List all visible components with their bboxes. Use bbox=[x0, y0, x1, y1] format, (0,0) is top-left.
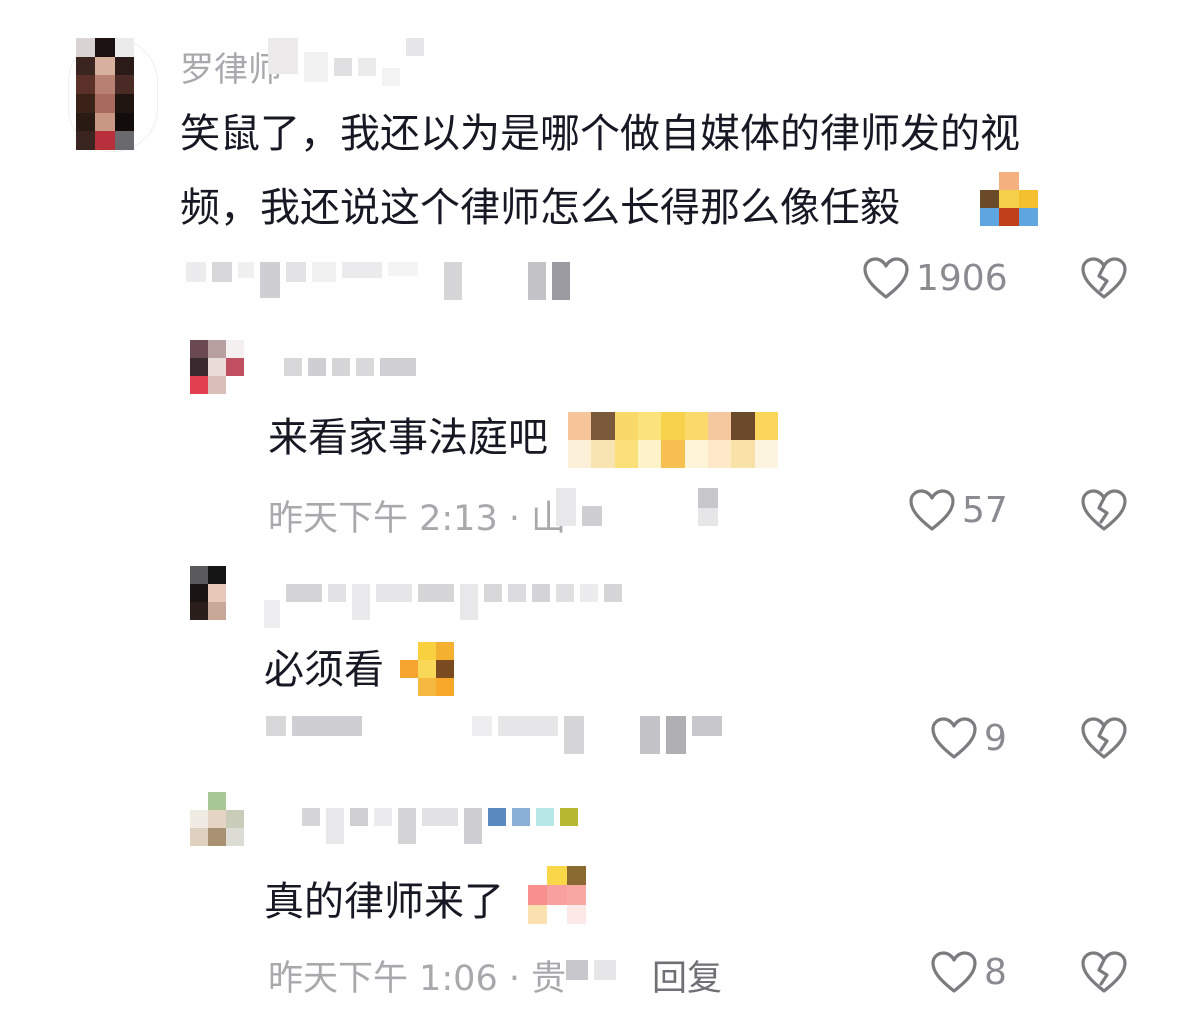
avatar[interactable] bbox=[190, 792, 244, 846]
like-count: 8 bbox=[984, 951, 1007, 993]
meta-mosaic bbox=[186, 262, 576, 300]
emoji-icon bbox=[528, 866, 586, 924]
dislike-button[interactable] bbox=[1080, 950, 1128, 994]
reply-text: 来看家事法庭吧 bbox=[268, 415, 548, 461]
avatar[interactable] bbox=[76, 38, 134, 150]
reply-text: 真的律师来了 bbox=[264, 879, 504, 925]
reply-item: 来看家事法庭吧 昨天下午 2:13 · 山 57 bbox=[0, 330, 1179, 550]
like-count: 57 bbox=[962, 489, 1008, 531]
meta-mosaic bbox=[266, 716, 728, 754]
dislike-button[interactable] bbox=[1080, 256, 1128, 300]
avatar[interactable] bbox=[190, 566, 244, 620]
username-mosaic bbox=[302, 808, 584, 844]
broken-heart-icon bbox=[1081, 489, 1127, 531]
broken-heart-icon bbox=[1081, 951, 1127, 993]
dislike-button[interactable] bbox=[1080, 716, 1128, 760]
emoji-icon bbox=[980, 172, 1038, 226]
username-mosaic bbox=[268, 38, 430, 86]
reply-item: 必须看 9 bbox=[0, 556, 1179, 782]
username-mosaic bbox=[284, 358, 422, 376]
heart-outline-icon bbox=[931, 717, 977, 759]
username[interactable]: 罗律师 bbox=[180, 42, 282, 91]
comment-text-line-1: 笑鼠了，我还以为是哪个做自媒体的律师发的视 bbox=[180, 111, 1020, 157]
dislike-button[interactable] bbox=[1080, 488, 1128, 532]
heart-outline-icon bbox=[931, 951, 977, 993]
like-button[interactable]: 8 bbox=[930, 950, 1007, 994]
reply-meta: 昨天下午 1:06 · 贵 bbox=[268, 959, 567, 999]
like-button[interactable]: 9 bbox=[930, 716, 1007, 760]
heart-outline-icon bbox=[909, 489, 955, 531]
meta-mosaic bbox=[566, 960, 622, 980]
username-mosaic bbox=[264, 584, 628, 628]
emoji-icon bbox=[400, 642, 454, 696]
reply-meta: 昨天下午 2:13 · 山 bbox=[268, 499, 567, 539]
like-button[interactable]: 1906 bbox=[862, 256, 1008, 300]
heart-outline-icon bbox=[863, 257, 909, 299]
like-button[interactable]: 57 bbox=[908, 488, 1008, 532]
avatar[interactable] bbox=[190, 340, 244, 394]
reply-button[interactable]: 回复 bbox=[652, 950, 722, 1001]
broken-heart-icon bbox=[1081, 257, 1127, 299]
reply-item: 真的律师来了 昨天下午 1:06 · 贵 回复 8 bbox=[0, 782, 1179, 1030]
reply-text: 必须看 bbox=[264, 647, 384, 693]
broken-heart-icon bbox=[1081, 717, 1127, 759]
meta-mosaic bbox=[556, 488, 724, 526]
emoji-icon bbox=[568, 412, 778, 468]
comment-text-line-2: 频，我还说这个律师怎么长得那么像任毅 bbox=[180, 185, 900, 231]
like-count: 9 bbox=[984, 717, 1007, 759]
comment-thread: 罗律师 笑鼠了，我还以为是哪个做自媒体的律师发的视 频，我还说这个律师怎么长得那… bbox=[0, 0, 1179, 1030]
comment-item: 罗律师 笑鼠了，我还以为是哪个做自媒体的律师发的视 频，我还说这个律师怎么长得那… bbox=[0, 0, 1179, 320]
like-count: 1906 bbox=[916, 257, 1008, 299]
